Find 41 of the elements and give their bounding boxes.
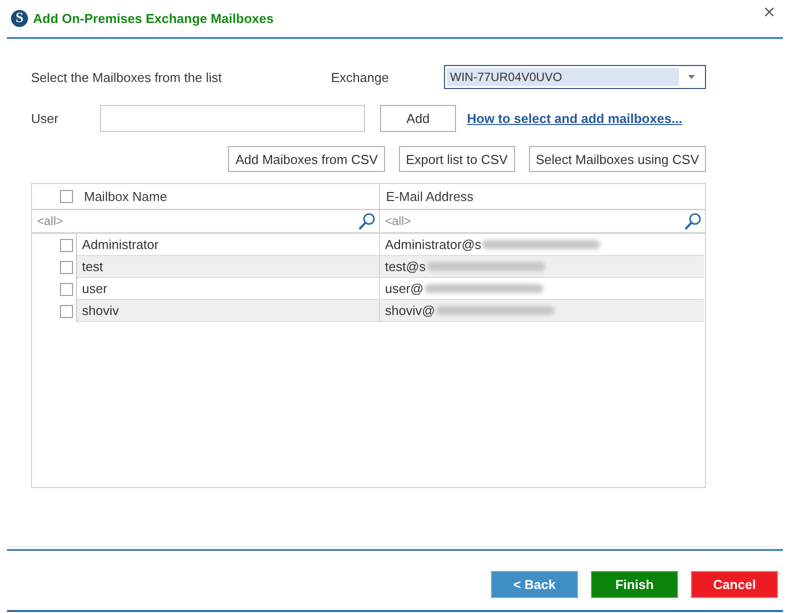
user-input-field[interactable] [100, 105, 365, 132]
user-label: User [31, 111, 60, 126]
email-address: Administrator@s [385, 237, 482, 252]
email-address: test@s [385, 259, 426, 274]
mailbox-name: test [82, 259, 103, 274]
mailbox-name: shoviv [82, 303, 119, 318]
row-checkbox[interactable] [60, 260, 73, 274]
row-checkbox[interactable] [60, 238, 73, 252]
filter-field[interactable]: <all> [380, 210, 705, 232]
email-address: shoviv@ [385, 303, 436, 318]
app-logo: S [11, 10, 28, 27]
table-row[interactable]: test test@s [77, 256, 704, 278]
email-address: user@ [385, 281, 424, 296]
table-row[interactable]: Administrator Administrator@s [77, 234, 704, 256]
table-row[interactable]: shoviv shoviv@ [77, 300, 704, 322]
column-header[interactable]: E-Mail Address [386, 189, 474, 204]
search-icon[interactable] [359, 212, 375, 230]
table-row[interactable]: user user@ [77, 278, 704, 300]
filter-field[interactable]: <all> [32, 210, 380, 232]
select-all-checkbox[interactable] [60, 190, 73, 203]
close-button[interactable]: × [762, 4, 776, 20]
mailbox-name: user [82, 281, 108, 296]
mailbox-name: Administrator [82, 237, 159, 252]
exchange-label: Exchange [331, 70, 390, 84]
help-link[interactable]: How to select and add mailboxes... [467, 111, 682, 126]
add-button[interactable]: Add [380, 105, 456, 132]
window-title: Add On-Premises Exchange Mailboxes [33, 11, 274, 26]
footer-button[interactable]: Cancel [691, 571, 778, 598]
row-checkbox[interactable] [60, 282, 73, 296]
csv-button[interactable]: Select Mailboxes using CSV [528, 146, 706, 172]
column-header[interactable]: Mailbox Name [84, 189, 168, 204]
csv-button[interactable]: Add Maiboxes from CSV [228, 146, 385, 172]
exchange-dropdown[interactable]: WIN-77UR04V0UVO [444, 65, 706, 89]
row-checkbox[interactable] [60, 304, 73, 318]
csv-button[interactable]: Export list to CSV [398, 146, 515, 172]
caret-icon [688, 75, 695, 79]
instruction-label: Select the Mailboxes from the list [31, 70, 223, 84]
dropdown-value: WIN-77UR04V0UVO [447, 68, 679, 86]
search-icon[interactable] [685, 212, 701, 230]
footer-button[interactable]: Finish [591, 571, 678, 598]
footer-button[interactable]: < Back [491, 571, 578, 598]
